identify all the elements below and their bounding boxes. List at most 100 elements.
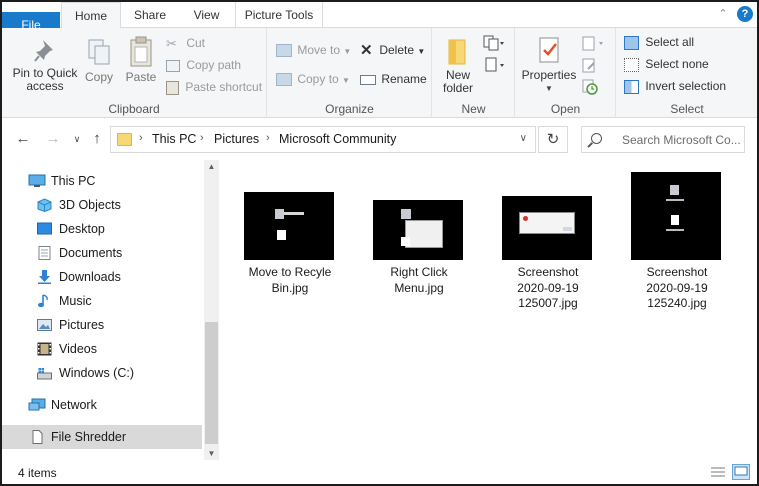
invert-selection-icon [624,79,639,94]
copy-button[interactable]: Copy [82,38,116,84]
move-to-button[interactable]: Move to ▼ [276,43,352,58]
search-input[interactable]: Search Microsoft Co... [622,133,744,147]
delete-label: Delete [379,43,415,57]
open-icon[interactable] [582,36,608,52]
file-item[interactable]: Right Click Menu.jpg [363,190,475,330]
easy-access-icon[interactable] [483,56,505,74]
nav-item-label: File Shredder [51,430,127,444]
forward-button[interactable]: → [44,130,62,148]
nav-item-pictures[interactable]: Pictures [2,313,202,337]
file-name: Screenshot 2020-09-19 125240.jpg [621,265,733,312]
new-item-icon[interactable] [483,34,505,52]
new-folder-label-text: New folder [442,68,474,95]
tab-home[interactable]: Home [61,2,121,29]
paste-shortcut-button[interactable]: Paste shortcut [166,80,262,95]
details-view-button[interactable] [709,464,727,480]
ribbon: Pin to Quick access Copy Paste ✂ Cut Cop… [2,28,757,118]
history-icon[interactable] [582,79,598,95]
copy-path-button[interactable]: Copy path [166,58,241,72]
file-item[interactable]: Move to Recyle Bin.jpg [234,190,346,330]
nav-item-documents[interactable]: Documents [2,241,202,265]
nav-item-label: Desktop [59,222,105,236]
navigation-bar: ← → ∨ ↑ › This PC › Pictures › Microsoft… [2,118,757,160]
paste-button[interactable]: Paste [123,36,159,84]
cut-button[interactable]: ✂ Cut [166,36,205,51]
move-to-dropdown-icon: ▼ [343,47,352,56]
tab-picture-tools[interactable]: Picture Tools [235,2,323,28]
scroll-up-icon[interactable]: ▲ [204,162,219,171]
pin-to-quick-access-button[interactable]: Pin to Quick access [8,38,82,93]
large-icons-view-button[interactable] [732,464,750,480]
nav-item-this-pc[interactable]: This PC [2,169,202,193]
new-group: New folder New [433,28,515,118]
properties-icon [539,37,559,63]
breadcrumb-separator: › [200,132,204,144]
nav-item-file-shredder[interactable]: File Shredder [2,425,202,449]
nav-item-desktop[interactable]: Desktop [2,217,202,241]
nav-item-videos[interactable]: Videos [2,337,202,361]
properties-button[interactable]: Properties ▼ [520,36,578,95]
select-all-button[interactable]: Select all [624,35,694,50]
scroll-down-icon[interactable]: ▼ [204,449,219,458]
address-dropdown-icon[interactable]: ∨ [520,133,527,144]
up-button[interactable]: ↑ [88,130,106,148]
invert-selection-button[interactable]: Invert selection [624,79,726,94]
breadcrumb-separator: › [139,132,143,144]
nav-item-network[interactable]: Network [2,393,202,417]
status-bar: 4 items [2,460,757,484]
select-all-icon [624,35,639,50]
select-group-label: Select [670,102,704,116]
document-icon [38,246,51,260]
image-thumbnail [373,200,463,260]
back-button[interactable]: ← [14,130,32,148]
file-list: Move to Recyle Bin.jpg Right Click Menu.… [220,160,757,460]
recent-locations-icon[interactable]: ∨ [68,130,86,148]
address-bar[interactable]: › This PC › Pictures › Microsoft Communi… [110,126,536,153]
picture-icon [37,319,52,331]
nav-item-downloads[interactable]: Downloads [2,265,202,289]
tab-share[interactable]: Share [121,2,179,28]
details-view-icon [711,467,725,477]
help-icon[interactable]: ? [737,6,753,22]
file-name-line: Menu.jpg [394,280,444,295]
breadcrumb-pictures[interactable]: Pictures [214,132,259,146]
search-box[interactable]: Search Microsoft Co... [581,126,745,153]
file-name-line: Right Click [390,265,448,279]
nav-item-label: This PC [51,174,96,188]
new-folder-button[interactable]: New folder [437,36,479,95]
file-item[interactable]: Screenshot 2020-09-19 125240.jpg [621,170,733,330]
select-none-button[interactable]: Select none [624,57,709,72]
network-icon [28,398,46,411]
breadcrumb-microsoft-community[interactable]: Microsoft Community [279,132,396,146]
edit-icon[interactable] [582,58,598,74]
nav-item-label: Videos [59,342,97,356]
refresh-button[interactable]: ↻ [538,126,568,153]
nav-item-label: Documents [59,246,123,260]
collapse-ribbon-icon[interactable]: ⌃ [716,7,730,21]
explorer-window: File Home Share View Picture Tools ⌃ ? P… [0,0,759,486]
delete-button[interactable]: ✕ Delete ▼ [360,43,425,58]
paste-label: Paste [125,70,157,84]
cut-label: Cut [186,36,206,50]
copy-to-button[interactable]: Copy to ▼ [276,72,350,87]
breadcrumb-this-pc[interactable]: This PC [152,132,196,146]
file-name: Screenshot 2020-09-19 125007.jpg [492,265,604,312]
navigation-pane-scrollbar[interactable]: ▲ ▼ [204,160,219,460]
folder-icon [117,133,132,146]
nav-item-windows-c[interactable]: Windows (C:) [2,361,202,385]
file-item[interactable]: Screenshot 2020-09-19 125007.jpg [492,190,604,330]
nav-item-music[interactable]: Music [2,289,202,313]
organize-group: Move to ▼ Copy to ▼ ✕ Delete ▼ Rename Or… [268,28,432,118]
search-icon [591,133,602,144]
tab-view[interactable]: View [179,2,234,28]
file-name: Move to Recyle Bin.jpg [234,265,346,296]
file-name-line: Screenshot [646,265,708,279]
rename-button[interactable]: Rename [360,72,427,86]
open-group: Properties ▼ Open [516,28,616,118]
move-to-label: Move to [297,43,341,57]
scrollbar-thumb[interactable] [205,322,218,444]
copy-path-icon [166,59,180,72]
nav-item-3d-objects[interactable]: 3D Objects [2,193,202,217]
nav-item-label: Network [51,398,97,412]
copy-to-dropdown-icon: ▼ [342,76,350,85]
